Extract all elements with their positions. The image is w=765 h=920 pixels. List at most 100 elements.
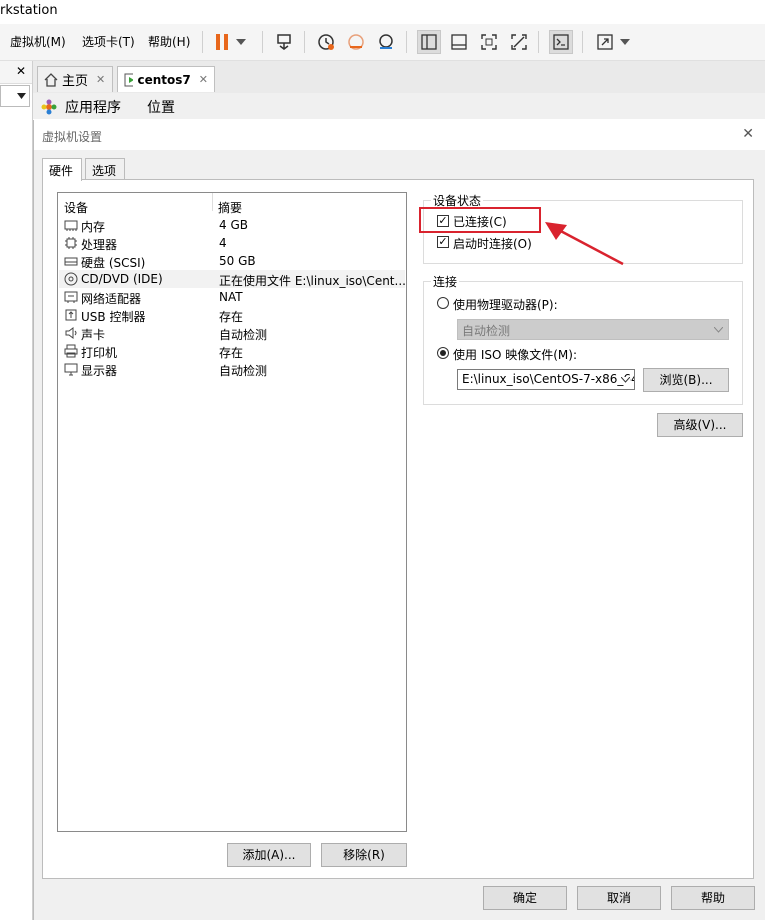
toolbar-separator: [304, 31, 305, 53]
close-icon[interactable]: ✕: [16, 64, 26, 78]
chevron-down-icon[interactable]: [621, 377, 630, 383]
cancel-button[interactable]: 取消: [577, 886, 661, 910]
chevron-down-icon[interactable]: [618, 30, 632, 54]
device-summary: 存在: [219, 310, 244, 324]
memory-icon: [64, 220, 78, 231]
ok-button[interactable]: 确定: [483, 886, 567, 910]
close-icon[interactable]: ✕: [96, 73, 105, 86]
device-summary: 存在: [219, 346, 244, 360]
pause-icon[interactable]: [210, 30, 234, 54]
vm-running-icon: [124, 73, 133, 86]
device-name: 内存: [81, 220, 106, 234]
iso-image-radio[interactable]: [437, 347, 449, 359]
device-name: 硬盘 (SCSI): [81, 256, 146, 270]
device-name: 网络适配器: [81, 292, 142, 306]
disk-icon: [64, 257, 78, 266]
home-icon: [44, 72, 58, 87]
chevron-down-icon[interactable]: [17, 93, 26, 99]
snapshot-icon[interactable]: [314, 30, 338, 54]
menu-tabs[interactable]: 选项卡(T): [82, 33, 135, 50]
vm-settings-dialog: 虚拟机设置 ✕ 硬件 选项 设备 摘要 内存 4 GB 处理器 4 硬盘 (SCSI) 5…: [33, 120, 765, 920]
toolbar-separator: [262, 31, 263, 53]
window-title-bar: rkstation: [0, 0, 765, 24]
device-row[interactable]: 打印机 存在: [59, 342, 405, 360]
device-name: 显示器: [81, 364, 118, 378]
applications-icon: [41, 99, 57, 115]
device-summary: 50 GB: [219, 254, 256, 268]
tab-centos7-label: centos7: [137, 72, 191, 87]
toolbar-separator: [406, 31, 407, 53]
iso-image-label[interactable]: 使用 ISO 映像文件(M):: [453, 346, 577, 363]
thumbnail-bar-icon[interactable]: [447, 30, 471, 54]
device-row[interactable]: CD/DVD (IDE) 正在使用文件 E:\linux_iso\Cent...: [59, 270, 406, 288]
physical-drive-label[interactable]: 使用物理驱动器(P):: [453, 296, 558, 313]
advanced-button[interactable]: 高级(V)...: [657, 413, 743, 437]
chevron-down-icon[interactable]: [234, 30, 248, 54]
close-icon[interactable]: ✕: [199, 73, 208, 86]
display-icon: [64, 363, 78, 376]
tab-hardware[interactable]: 硬件: [42, 158, 82, 181]
device-summary: 正在使用文件 E:\linux_iso\Cent...: [219, 274, 406, 288]
device-row[interactable]: USB 控制器 存在: [59, 306, 405, 324]
annotation-arrow: [545, 222, 624, 266]
summary-column-header[interactable]: 摘要: [218, 199, 242, 216]
device-summary: NAT: [219, 290, 243, 304]
device-summary: 自动检测: [219, 364, 268, 378]
library-pane: ✕: [0, 61, 33, 920]
device-summary: 4 GB: [219, 218, 248, 232]
physical-drive-select: 自动检测: [457, 319, 729, 340]
menu-help[interactable]: 帮助(H): [148, 33, 190, 50]
places-menu[interactable]: 位置: [147, 97, 175, 117]
sound-icon: [65, 327, 77, 339]
browse-button[interactable]: 浏览(B)...: [643, 368, 729, 392]
device-name: 打印机: [81, 346, 118, 360]
device-summary: 自动检测: [219, 328, 268, 342]
fullscreen-icon[interactable]: [477, 30, 501, 54]
remove-device-button[interactable]: 移除(R): [321, 843, 407, 867]
tab-home[interactable]: 主页 ✕: [37, 66, 113, 92]
device-name: 声卡: [81, 328, 106, 342]
tab-options[interactable]: 选项: [85, 158, 125, 180]
chevron-down-icon: [714, 327, 723, 333]
column-divider: [212, 193, 213, 211]
device-list[interactable]: 设备 摘要 内存 4 GB 处理器 4 硬盘 (SCSI) 50 GB CD/DVD (ID…: [57, 192, 407, 832]
device-row[interactable]: 网络适配器 NAT: [59, 288, 405, 306]
device-row[interactable]: 声卡 自动检测: [59, 324, 405, 342]
library-search-input[interactable]: [0, 85, 30, 107]
device-row[interactable]: 内存 4 GB: [59, 216, 405, 234]
menu-vm[interactable]: 虚拟机(M): [10, 33, 66, 50]
connect-at-power-on-checkbox[interactable]: ✓: [437, 236, 449, 248]
toolbar-separator: [582, 31, 583, 53]
window-title: rkstation: [0, 3, 58, 18]
device-row[interactable]: 硬盘 (SCSI) 50 GB: [59, 252, 405, 270]
sidebar-toggle-icon[interactable]: [417, 30, 441, 54]
connection-label: 连接: [431, 273, 460, 290]
device-name: CD/DVD (IDE): [81, 272, 163, 286]
device-row[interactable]: 显示器 自动检测: [59, 360, 405, 378]
device-column-header[interactable]: 设备: [64, 199, 88, 216]
hardware-panel: 设备 摘要 内存 4 GB 处理器 4 硬盘 (SCSI) 50 GB CD/DVD (ID…: [42, 179, 754, 879]
menu-toolbar: 虚拟机(M) 选项卡(T) 帮助(H): [0, 24, 765, 61]
snapshot-manager-icon[interactable]: [374, 30, 398, 54]
tab-centos7[interactable]: centos7 ✕: [117, 66, 215, 92]
close-icon[interactable]: ✕: [742, 126, 754, 142]
device-row[interactable]: 处理器 4: [59, 234, 405, 252]
highlight-box: [419, 207, 541, 233]
physical-drive-radio[interactable]: [437, 297, 449, 309]
unity-mode-icon[interactable]: [507, 30, 531, 54]
add-device-button[interactable]: 添加(A)...: [227, 843, 311, 867]
connect-at-power-on-label[interactable]: 启动时连接(O): [453, 235, 532, 252]
network-icon: [64, 291, 78, 303]
stretch-view-icon[interactable]: [593, 30, 617, 54]
applications-menu[interactable]: 应用程序: [65, 97, 121, 117]
iso-path-input[interactable]: E:\linux_iso\CentOS-7-x86_64: [457, 369, 635, 390]
toolbar-separator: [538, 31, 539, 53]
printer-icon: [64, 344, 78, 358]
device-name: USB 控制器: [81, 310, 146, 324]
vm-toolbar: 应用程序 位置: [33, 93, 765, 119]
revert-snapshot-icon[interactable]: [344, 30, 368, 54]
help-button[interactable]: 帮助: [671, 886, 755, 910]
tab-strip: 主页 ✕ centos7 ✕: [33, 61, 765, 93]
console-view-icon[interactable]: [549, 30, 573, 54]
send-ctrl-alt-del-icon[interactable]: [272, 30, 296, 54]
